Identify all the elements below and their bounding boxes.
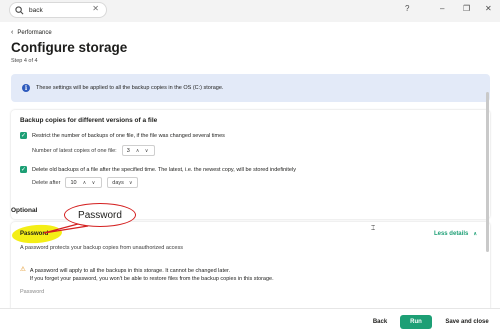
password-callout: Password bbox=[64, 203, 136, 227]
callout-tail bbox=[43, 223, 89, 234]
mouse-cursor-icon: ⌶ bbox=[371, 225, 376, 232]
